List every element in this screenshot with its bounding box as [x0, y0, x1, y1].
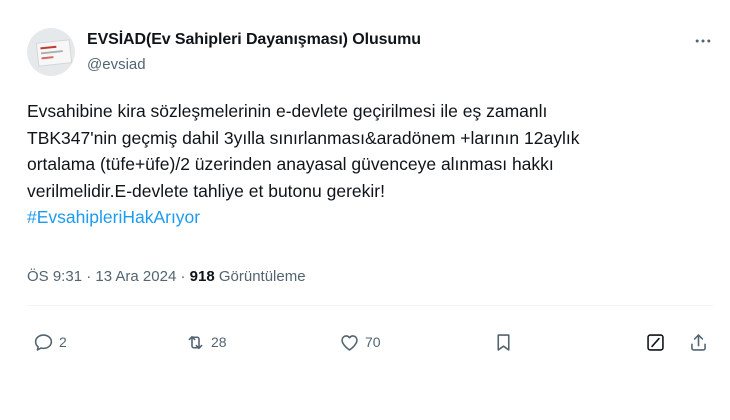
bookmark-icon — [493, 332, 514, 353]
tweet-card: EVSİAD(Ev Sahipleri Dayanışması) Olusumu… — [0, 0, 730, 420]
tweet-text-line: TBK347'nin geçmiş dahil 3yılla sınırlanm… — [27, 127, 580, 148]
meta-separator: · — [86, 268, 92, 285]
hashtag-link[interactable]: #EvsahipleriHakArıyor — [27, 207, 200, 227]
more-options-icon[interactable] — [690, 33, 716, 49]
reply-icon — [33, 332, 54, 353]
tweet-text-line: ortalama (tüfe+üfe)/2 üzerinden anayasal… — [27, 154, 554, 174]
like-button[interactable]: 70 — [339, 331, 381, 353]
reply-count: 2 — [59, 334, 67, 350]
grok-icon — [645, 332, 666, 353]
views-count: 918 — [189, 268, 215, 285]
author-display-name[interactable]: EVSİAD(Ev Sahipleri Dayanışması) Olusumu — [87, 31, 421, 49]
reply-button[interactable]: 2 — [33, 331, 67, 353]
meta-separator: · — [180, 268, 186, 285]
share-button[interactable] — [688, 331, 709, 353]
heart-icon — [339, 332, 360, 353]
views-label: Görüntüleme — [218, 268, 306, 285]
tweet-meta: ÖS 9:31 · 13 Ara 2024 · 918 Görüntüleme — [27, 268, 306, 285]
avatar-image — [35, 39, 73, 67]
author-handle[interactable]: @evsiad — [87, 56, 146, 73]
retweet-button[interactable]: 28 — [185, 331, 227, 353]
share-icon — [688, 332, 709, 353]
bookmark-button[interactable] — [493, 331, 514, 353]
tweet-text-line: Evsahibine kira sözleşmelerinin e-devlet… — [27, 101, 548, 121]
divider — [27, 305, 713, 306]
tweet-date[interactable]: 13 Ara 2024 — [95, 268, 176, 285]
grok-button[interactable] — [645, 331, 666, 353]
retweet-icon — [185, 332, 206, 353]
avatar[interactable] — [27, 28, 75, 76]
tweet-text-line: verilmelidir.E-devlete tahliye et butonu… — [27, 180, 385, 201]
like-count: 70 — [365, 334, 381, 350]
tweet-text: Evsahibine kira sözleşmelerinin e-devlet… — [27, 98, 707, 231]
tweet-time[interactable]: ÖS 9:31 — [27, 268, 82, 285]
retweet-count: 28 — [211, 334, 227, 350]
